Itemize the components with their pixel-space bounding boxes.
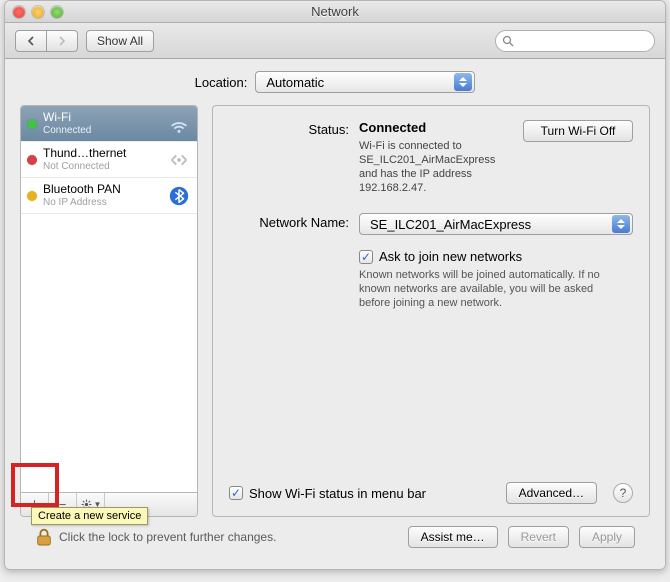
ask-to-join-hint: Known networks will be joined automatica…: [359, 268, 609, 310]
detail-pane: Status: Connected Wi-Fi is connected to …: [212, 105, 650, 517]
ask-to-join-checkbox[interactable]: ✓: [359, 250, 373, 264]
sidebar-item-sub: No IP Address: [43, 196, 161, 210]
ethernet-icon: [167, 148, 191, 172]
service-list: Wi-Fi Connected Thund…thernet Not Connec…: [20, 105, 198, 517]
status-dot-icon: [27, 191, 37, 201]
sidebar-item-sub: Not Connected: [43, 160, 161, 174]
status-value: Connected: [359, 120, 511, 135]
help-button[interactable]: ?: [613, 483, 633, 503]
network-name-value: SE_ILC201_AirMacExpress: [370, 217, 531, 232]
sidebar-item-label: Bluetooth PAN: [43, 182, 161, 196]
location-label: Location:: [195, 75, 248, 90]
back-button[interactable]: [15, 30, 47, 52]
sidebar-item-thunderbolt-ethernet[interactable]: Thund…thernet Not Connected: [21, 142, 197, 178]
sidebar-item-label: Thund…thernet: [43, 146, 161, 160]
assist-me-button[interactable]: Assist me…: [408, 526, 498, 548]
popup-arrows-icon: [612, 215, 630, 233]
show-status-checkbox[interactable]: ✓: [229, 486, 243, 500]
status-dot-icon: [27, 119, 37, 129]
network-name-label: Network Name:: [229, 213, 349, 235]
search-field[interactable]: [495, 30, 655, 52]
show-all-button[interactable]: Show All: [86, 30, 154, 52]
nav-segment: [15, 30, 78, 52]
apply-button[interactable]: Apply: [579, 526, 635, 548]
lock-text: Click the lock to prevent further change…: [59, 530, 276, 544]
search-input[interactable]: [518, 33, 638, 49]
toolbar: Show All: [5, 23, 665, 59]
search-icon: [502, 35, 514, 47]
window-title: Network: [5, 4, 665, 19]
bluetooth-icon: [167, 184, 191, 208]
status-dot-icon: [27, 155, 37, 165]
revert-button[interactable]: Revert: [508, 526, 569, 548]
lock-icon[interactable]: [35, 527, 53, 547]
sidebar-item-wifi[interactable]: Wi-Fi Connected: [21, 106, 197, 142]
wifi-icon: [167, 112, 191, 136]
location-popup[interactable]: Automatic: [255, 71, 475, 93]
location-value: Automatic: [266, 75, 324, 90]
ask-to-join-label: Ask to join new networks: [379, 249, 522, 264]
advanced-button[interactable]: Advanced…: [506, 482, 597, 504]
forward-button[interactable]: [47, 30, 78, 52]
titlebar: Network: [5, 1, 665, 23]
tooltip: Create a new service: [31, 507, 148, 525]
sidebar-item-sub: Connected: [43, 124, 161, 138]
popup-arrows-icon: [454, 73, 472, 91]
status-detail: Wi-Fi is connected to SE_ILC201_AirMacEx…: [359, 139, 511, 195]
sidebar-item-bluetooth-pan[interactable]: Bluetooth PAN No IP Address: [21, 178, 197, 214]
network-name-popup[interactable]: SE_ILC201_AirMacExpress: [359, 213, 633, 235]
turn-wifi-off-button[interactable]: Turn Wi-Fi Off: [523, 120, 633, 142]
status-label: Status:: [229, 120, 349, 195]
sidebar-item-label: Wi-Fi: [43, 110, 161, 124]
show-status-label: Show Wi-Fi status in menu bar: [249, 486, 426, 501]
